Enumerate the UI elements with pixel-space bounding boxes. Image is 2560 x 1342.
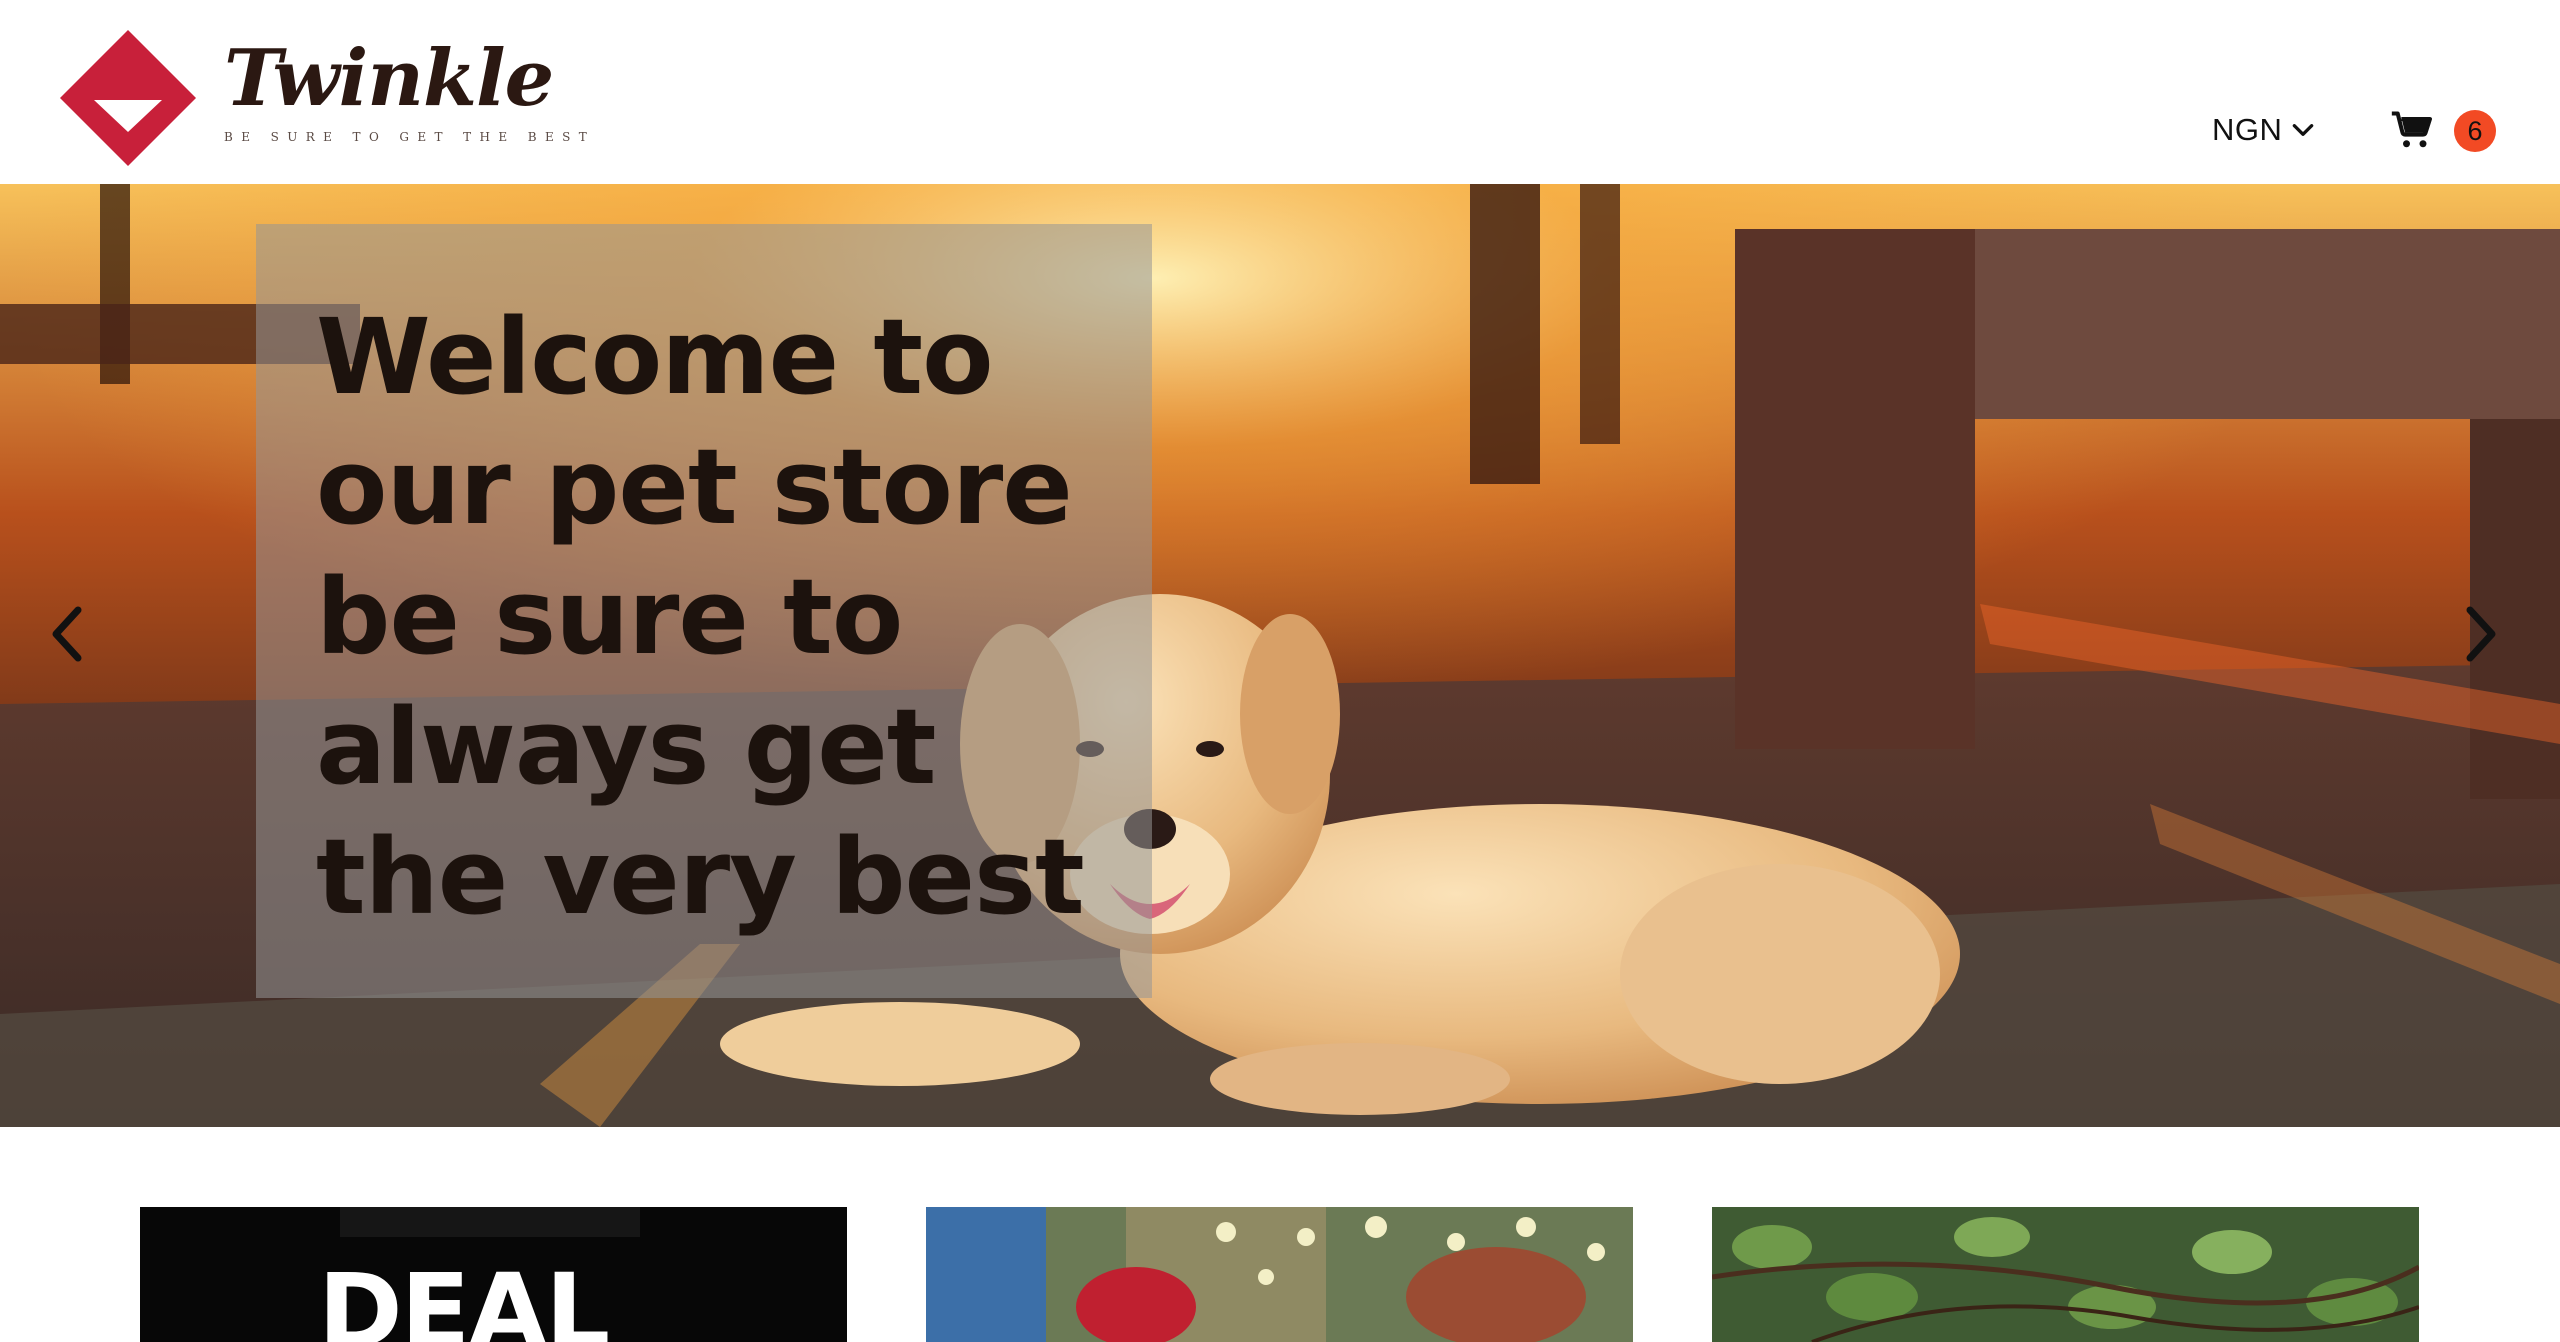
chevron-down-icon bbox=[2293, 124, 2314, 136]
cart-count-badge: 6 bbox=[2454, 110, 2496, 152]
promo-card-deal[interactable]: DEAL bbox=[140, 1207, 847, 1342]
brand-logo[interactable]: Twinkle BE SURE TO GET THE BEST bbox=[58, 28, 587, 168]
currency-selector[interactable]: NGN bbox=[2212, 108, 2316, 152]
hero-text-panel: Welcome to our pet store be sure to alwa… bbox=[256, 224, 1152, 998]
logo-diamond-icon bbox=[60, 30, 196, 166]
hero-carousel: Welcome to our pet store be sure to alwa… bbox=[0, 184, 2560, 1127]
currency-label: NGN bbox=[2212, 112, 2283, 147]
chevron-right-icon bbox=[2466, 606, 2496, 662]
site-header: Twinkle BE SURE TO GET THE BEST NGN 6 bbox=[0, 0, 2560, 184]
chevron-left-icon bbox=[52, 606, 82, 662]
carousel-prev-button[interactable] bbox=[38, 594, 98, 674]
brand-tagline: BE SURE TO GET THE BEST bbox=[224, 130, 596, 144]
promo-card-leaves[interactable] bbox=[1712, 1207, 2419, 1342]
brand-name: Twinkle bbox=[224, 33, 554, 124]
promo-image-leaves bbox=[1712, 1207, 2419, 1342]
cart-button[interactable]: 6 bbox=[2390, 106, 2498, 154]
carousel-next-button[interactable] bbox=[2450, 594, 2510, 674]
hero-heading: Welcome to our pet store be sure to alwa… bbox=[316, 296, 1085, 938]
promo-cards: DEAL bbox=[0, 1207, 2560, 1342]
brand-text: Twinkle BE SURE TO GET THE BEST bbox=[224, 33, 596, 145]
promo-card-flowers[interactable] bbox=[926, 1207, 1633, 1342]
promo-image-flowers bbox=[926, 1207, 1633, 1342]
promo-title: DEAL bbox=[318, 1252, 610, 1342]
shopping-cart-icon bbox=[2391, 111, 2432, 148]
